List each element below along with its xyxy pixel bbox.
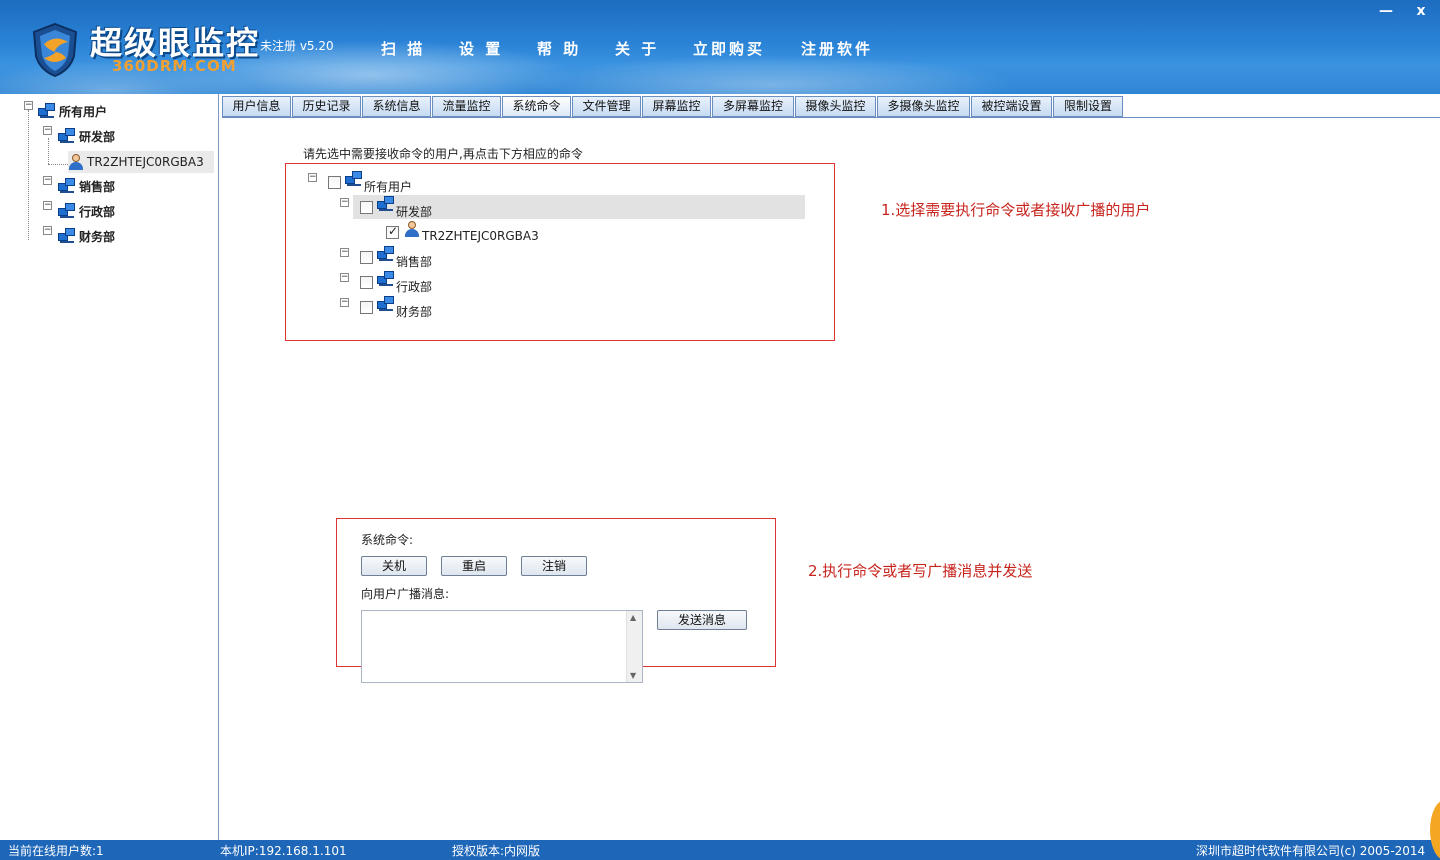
- menu-about[interactable]: 关 于: [615, 38, 659, 59]
- network-group-icon: [58, 203, 76, 219]
- shield-logo-icon: [32, 22, 78, 78]
- tree-connector: [28, 110, 29, 240]
- user-icon: [404, 221, 420, 237]
- tab-traffic-monitor[interactable]: 流量监控: [432, 96, 501, 117]
- tree-node-label: TR2ZHTEJC0RGBA3: [87, 155, 204, 169]
- menu-help[interactable]: 帮 助: [537, 38, 581, 59]
- menu-register[interactable]: 注册软件: [801, 38, 873, 59]
- tree-collapse-toggle[interactable]: −: [308, 173, 317, 182]
- close-button[interactable]: x: [1410, 2, 1432, 20]
- send-message-button[interactable]: 发送消息: [657, 610, 747, 630]
- tab-file-manager[interactable]: 文件管理: [572, 96, 641, 117]
- license-version: 授权版本:内网版: [452, 844, 541, 858]
- tab-user-info[interactable]: 用户信息: [222, 96, 291, 117]
- local-ip: 本机IP:192.168.1.101: [220, 844, 347, 858]
- tab-multi-screen-monitor[interactable]: 多屏幕监控: [712, 96, 794, 117]
- tree-collapse-toggle[interactable]: −: [340, 198, 349, 207]
- checkbox-dept-sales[interactable]: [360, 251, 373, 264]
- annotation-step-1: 1.选择需要执行命令或者接收广播的用户: [881, 201, 1151, 219]
- status-bar: 当前在线用户数:1 本机IP:192.168.1.101 授权版本:内网版 深圳…: [0, 840, 1440, 860]
- tree-collapse-toggle[interactable]: −: [340, 273, 349, 282]
- network-group-icon: [377, 271, 395, 287]
- tree-node-label: 财务部: [396, 305, 433, 319]
- checkbox-user[interactable]: [386, 224, 399, 239]
- tree-node-label: TR2ZHTEJC0RGBA3: [422, 229, 539, 243]
- scroll-up-icon[interactable]: ▲: [630, 613, 636, 622]
- tree-node-label: 行政部: [79, 204, 116, 219]
- tree-node-user[interactable]: TR2ZHTEJC0RGBA3: [68, 151, 214, 173]
- broadcast-message-input[interactable]: ▲ ▼: [361, 610, 643, 683]
- tree-node-label: 研发部: [79, 129, 116, 144]
- tab-screen-monitor[interactable]: 屏幕监控: [642, 96, 711, 117]
- tree-connector: [48, 138, 49, 164]
- network-group-icon: [345, 171, 363, 187]
- tab-system-command[interactable]: 系统命令: [502, 96, 571, 117]
- minimize-button[interactable]: —: [1375, 2, 1397, 20]
- tree-collapse-toggle[interactable]: −: [340, 248, 349, 257]
- network-group-icon: [377, 246, 395, 262]
- tree-node-all-users[interactable]: 所有用户: [38, 100, 107, 122]
- tree-collapse-toggle[interactable]: −: [340, 298, 349, 307]
- tree-connector: [48, 164, 68, 165]
- checkbox-dept-admin[interactable]: [360, 276, 373, 289]
- restart-button[interactable]: 重启: [441, 556, 507, 576]
- annotation-step-2: 2.执行命令或者写广播消息并发送: [808, 562, 1033, 580]
- tab-client-settings[interactable]: 被控端设置: [971, 96, 1052, 117]
- checkbox-dept-rd[interactable]: [360, 201, 373, 214]
- menu-scan[interactable]: 扫 描: [381, 38, 425, 59]
- tree-node-label: 研发部: [396, 205, 433, 219]
- tree-node-dept-rd[interactable]: 研发部: [58, 125, 115, 147]
- tree-collapse-toggle[interactable]: −: [43, 201, 52, 210]
- network-group-icon: [38, 103, 56, 119]
- tree-node-dept-sales[interactable]: 销售部: [58, 175, 115, 197]
- app-website: 360DRM.COM: [112, 57, 237, 75]
- tab-camera-monitor[interactable]: 摄像头监控: [795, 96, 876, 117]
- copyright-text: 深圳市超时代软件有限公司(c) 2005-2014: [1196, 844, 1426, 858]
- tab-restriction-settings[interactable]: 限制设置: [1053, 96, 1123, 117]
- instruction-text: 请先选中需要接收命令的用户,再点击下方相应的命令: [303, 147, 583, 161]
- message-scrollbar[interactable]: ▲ ▼: [626, 611, 642, 682]
- shutdown-button[interactable]: 关机: [361, 556, 427, 576]
- scroll-down-icon[interactable]: ▼: [630, 671, 636, 680]
- tab-divider: [222, 117, 1440, 118]
- user-tree-panel: − 所有用户 − 研发部 TR2ZHTEJC0RGBA3 − 销售部 − 行政部…: [0, 94, 219, 840]
- tree-node-label: 财务部: [79, 229, 116, 244]
- menu-buy-now[interactable]: 立即购买: [693, 38, 765, 59]
- online-user-count: 当前在线用户数:1: [8, 844, 104, 858]
- tree-collapse-toggle[interactable]: −: [43, 126, 52, 135]
- tree-node-label: 行政部: [396, 280, 433, 294]
- tree-node-label: 销售部: [396, 255, 433, 269]
- header-cloud: [520, 55, 1020, 94]
- logoff-button[interactable]: 注销: [521, 556, 587, 576]
- tab-system-info[interactable]: 系统信息: [362, 96, 431, 117]
- user-icon: [68, 154, 84, 170]
- menu-settings[interactable]: 设 置: [459, 38, 503, 59]
- registration-status: 未注册 v5.20: [260, 39, 334, 53]
- app-header: 超级眼监控 360DRM.COM 未注册 v5.20 扫 描 设 置 帮 助 关…: [0, 0, 1440, 94]
- tree-node-label: 所有用户: [59, 104, 108, 119]
- tree-collapse-toggle[interactable]: −: [43, 176, 52, 185]
- network-group-icon: [58, 128, 76, 144]
- network-group-icon: [377, 296, 395, 312]
- tree-collapse-toggle[interactable]: −: [24, 101, 33, 110]
- tree-node-dept-admin[interactable]: 行政部: [58, 200, 115, 222]
- system-command-label: 系统命令:: [361, 533, 414, 547]
- network-group-icon: [58, 178, 76, 194]
- tree-node-dept-finance[interactable]: 财务部: [58, 225, 115, 247]
- broadcast-label: 向用户广播消息:: [361, 587, 450, 601]
- tree-node-label: 销售部: [79, 179, 116, 194]
- tab-multi-camera-monitor[interactable]: 多摄像头监控: [877, 96, 970, 117]
- tab-history[interactable]: 历史记录: [292, 96, 361, 117]
- tree-node-label: 所有用户: [364, 180, 413, 194]
- network-group-icon: [58, 228, 76, 244]
- checkbox-dept-finance[interactable]: [360, 301, 373, 314]
- network-group-icon: [377, 196, 395, 212]
- checkbox-all-users[interactable]: [328, 176, 341, 189]
- tree-collapse-toggle[interactable]: −: [43, 226, 52, 235]
